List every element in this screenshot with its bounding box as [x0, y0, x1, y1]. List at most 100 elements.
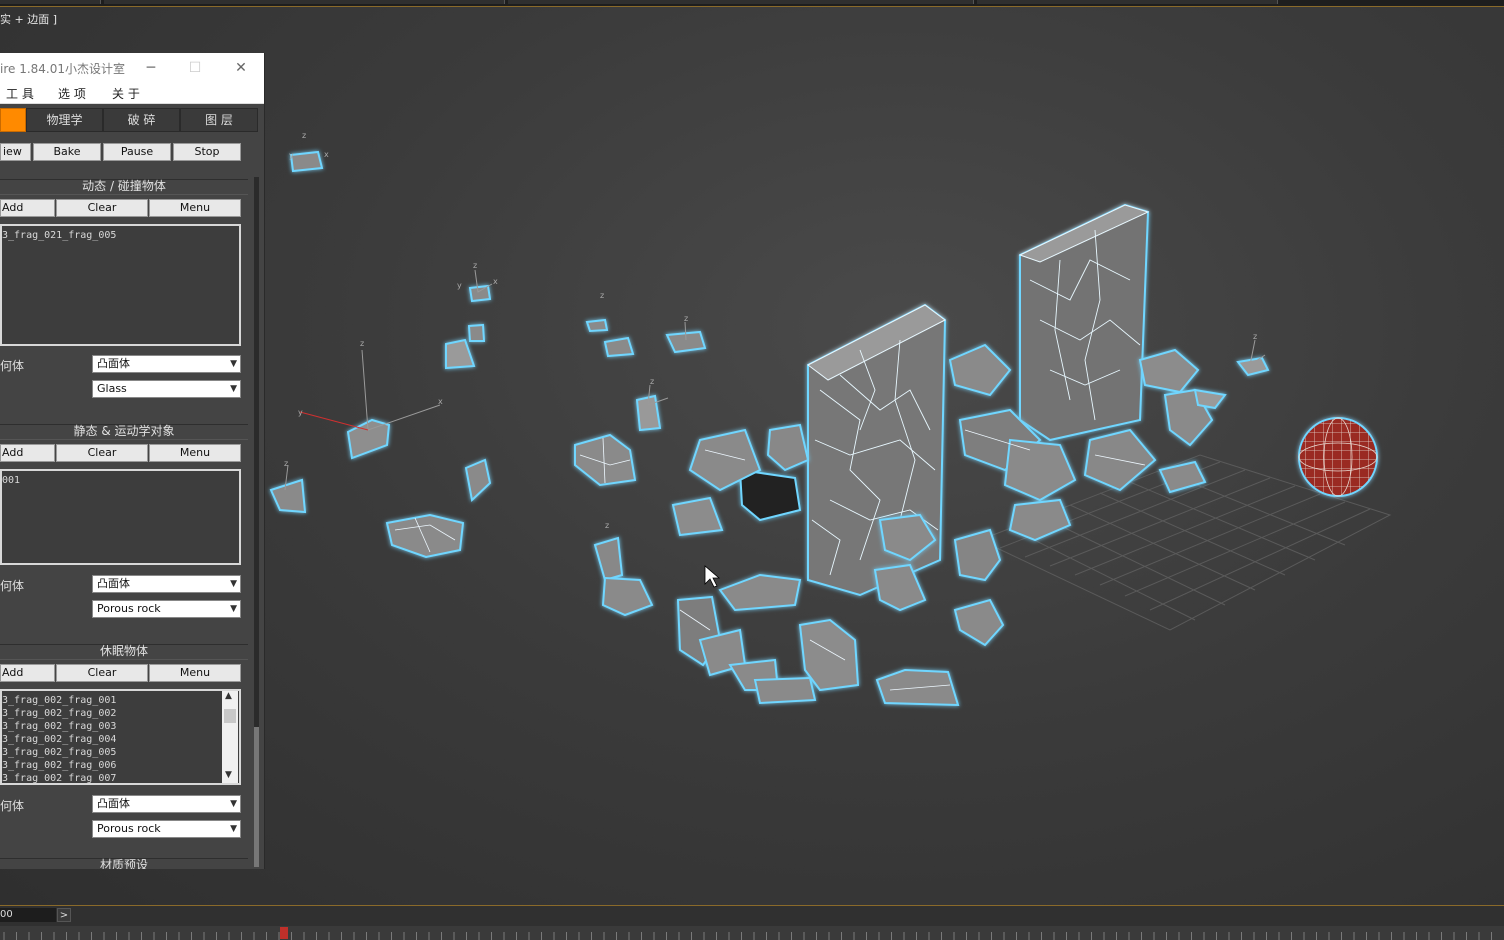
svg-text:x: x [493, 277, 498, 286]
mouse-cursor [704, 565, 721, 588]
svg-text:y: y [298, 408, 303, 417]
static-clear-button[interactable]: Clear [56, 444, 148, 462]
geometry-label: 何体 [0, 579, 25, 593]
list-item[interactable]: 3_frag_002_frag_006 [2, 759, 239, 772]
svg-text:z: z [1253, 332, 1257, 341]
tab-bar: 物理学 破 碎 图 层 [0, 108, 258, 132]
static-object-list[interactable]: 001 [0, 469, 241, 565]
dynamic-object-list[interactable]: 3_frag_021_frag_005 [0, 224, 241, 346]
chevron-down-icon: ▼ [230, 384, 237, 394]
svg-text:z: z [684, 314, 688, 323]
dynamic-clear-button[interactable]: Clear [56, 199, 148, 217]
timeline-ruler[interactable] [0, 926, 1504, 940]
panel-scrollbar[interactable] [254, 177, 259, 867]
svg-text:x: x [438, 397, 443, 406]
stop-button[interactable]: Stop [173, 143, 241, 161]
list-item[interactable]: 3_frag_002_frag_002 [2, 707, 239, 720]
list-item[interactable]: 3_frag_021_frag_005 [2, 229, 239, 242]
sleep-material-select[interactable]: Porous rock ▼ [92, 820, 241, 838]
toolbar-segment [0, 0, 101, 4]
plugin-panel: ire 1.84.01小杰设计室 ─ ☐ ✕ 工 具 选 项 关 于 物理学 破… [0, 53, 265, 869]
toolbar-segment [977, 0, 1278, 4]
menu-tools[interactable]: 工 具 [6, 85, 34, 102]
static-menu-button[interactable]: Menu [149, 444, 241, 462]
select-value: Porous rock [97, 822, 161, 835]
chevron-down-icon: ▼ [230, 799, 237, 809]
scroll-thumb[interactable] [224, 709, 236, 723]
maximize-button[interactable]: ☐ [184, 57, 206, 79]
svg-text:z: z [473, 261, 477, 270]
select-value: 凸面体 [97, 577, 130, 590]
svg-text:z: z [360, 339, 364, 348]
dynamic-add-button[interactable]: Add [0, 199, 55, 217]
tab-layers[interactable]: 图 层 [180, 108, 258, 132]
svg-text:y: y [289, 151, 294, 160]
svg-text:x: x [324, 150, 329, 159]
geometry-label: 何体 [0, 799, 25, 813]
list-item[interactable]: 3_frag_002_frag_003 [2, 720, 239, 733]
select-value: 凸面体 [97, 357, 130, 370]
panel-scroll-thumb[interactable] [254, 727, 259, 867]
static-add-button[interactable]: Add [0, 444, 55, 462]
scroll-down-icon[interactable]: ▼ [225, 770, 232, 780]
dynamic-menu-button[interactable]: Menu [149, 199, 241, 217]
scroll-up-icon[interactable]: ▲ [225, 691, 232, 701]
time-slider-marker [280, 927, 288, 939]
static-material-select[interactable]: Porous rock ▼ [92, 600, 241, 618]
list-item[interactable]: 3_frag_002_frag_007 [2, 772, 239, 785]
bake-button[interactable]: Bake [33, 143, 101, 161]
preview-button[interactable]: iew [0, 143, 31, 161]
svg-text:y: y [457, 281, 462, 290]
tab-physics[interactable]: 物理学 [26, 108, 103, 132]
wall-left [807, 303, 947, 597]
geometry-label: 何体 [0, 359, 25, 373]
toolbar-segment [104, 0, 505, 4]
tab-active-orange[interactable] [0, 108, 26, 132]
chevron-down-icon: ▼ [230, 604, 237, 614]
pause-button[interactable]: Pause [103, 143, 171, 161]
list-item[interactable]: 3_frag_002_frag_004 [2, 733, 239, 746]
sleep-geometry-select[interactable]: 凸面体 ▼ [92, 795, 241, 813]
dynamic-geometry-select[interactable]: 凸面体 ▼ [92, 355, 241, 373]
svg-text:z: z [650, 377, 654, 386]
dynamic-material-select[interactable]: Glass ▼ [92, 380, 241, 398]
sleep-clear-button[interactable]: Clear [56, 664, 148, 682]
toolbar-segment [508, 0, 974, 4]
select-value: Porous rock [97, 602, 161, 615]
svg-text:z: z [302, 131, 306, 140]
tab-fracture[interactable]: 破 碎 [103, 108, 180, 132]
window-titlebar[interactable]: ire 1.84.01小杰设计室 ─ ☐ ✕ [0, 53, 264, 83]
sleep-menu-button[interactable]: Menu [149, 664, 241, 682]
top-toolbar-strip [0, 0, 1504, 7]
static-section-header[interactable]: 静态 & 运动学对象 [0, 424, 248, 440]
close-button[interactable]: ✕ [230, 57, 252, 79]
chevron-down-icon: ▼ [230, 579, 237, 589]
select-value: 凸面体 [97, 797, 130, 810]
chevron-down-icon: ▼ [230, 824, 237, 834]
list-item[interactable]: 001 [2, 474, 239, 487]
chevron-down-icon: ▼ [230, 359, 237, 369]
menu-about[interactable]: 关 于 [112, 85, 140, 102]
wall-right [1018, 203, 1150, 442]
list-item[interactable]: 3_frag_002_frag_005 [2, 746, 239, 759]
svg-text:z: z [605, 521, 609, 530]
menu-options[interactable]: 选 项 [58, 85, 86, 102]
list-item[interactable]: 3_frag_002_frag_001 [2, 694, 239, 707]
select-value: Glass [97, 382, 127, 395]
next-frame-button[interactable]: > [57, 908, 71, 922]
sleep-add-button[interactable]: Add [0, 664, 55, 682]
timeline-bar: 00 > [0, 905, 1504, 940]
dynamic-section-header[interactable]: 动态 / 碰撞物体 [0, 179, 248, 195]
frame-counter[interactable]: 00 [0, 908, 56, 922]
sleep-object-list[interactable]: 3_frag_002_frag_001 3_frag_002_frag_002 … [0, 689, 241, 785]
menu-bar: 工 具 选 项 关 于 [0, 83, 264, 104]
svg-text:z: z [284, 459, 288, 468]
viewport-shading-label[interactable]: 实 + 边面 ] [0, 11, 57, 27]
window-title: ire 1.84.01小杰设计室 [0, 62, 126, 76]
wire-sphere [1298, 417, 1378, 497]
sleep-section-header[interactable]: 休眠物体 [0, 644, 248, 660]
sleep-list-scrollbar[interactable]: ▲ ▼ [222, 691, 238, 783]
material-presets-header[interactable]: 材质预设 [0, 858, 248, 869]
minimize-button[interactable]: ─ [140, 57, 162, 79]
static-geometry-select[interactable]: 凸面体 ▼ [92, 575, 241, 593]
